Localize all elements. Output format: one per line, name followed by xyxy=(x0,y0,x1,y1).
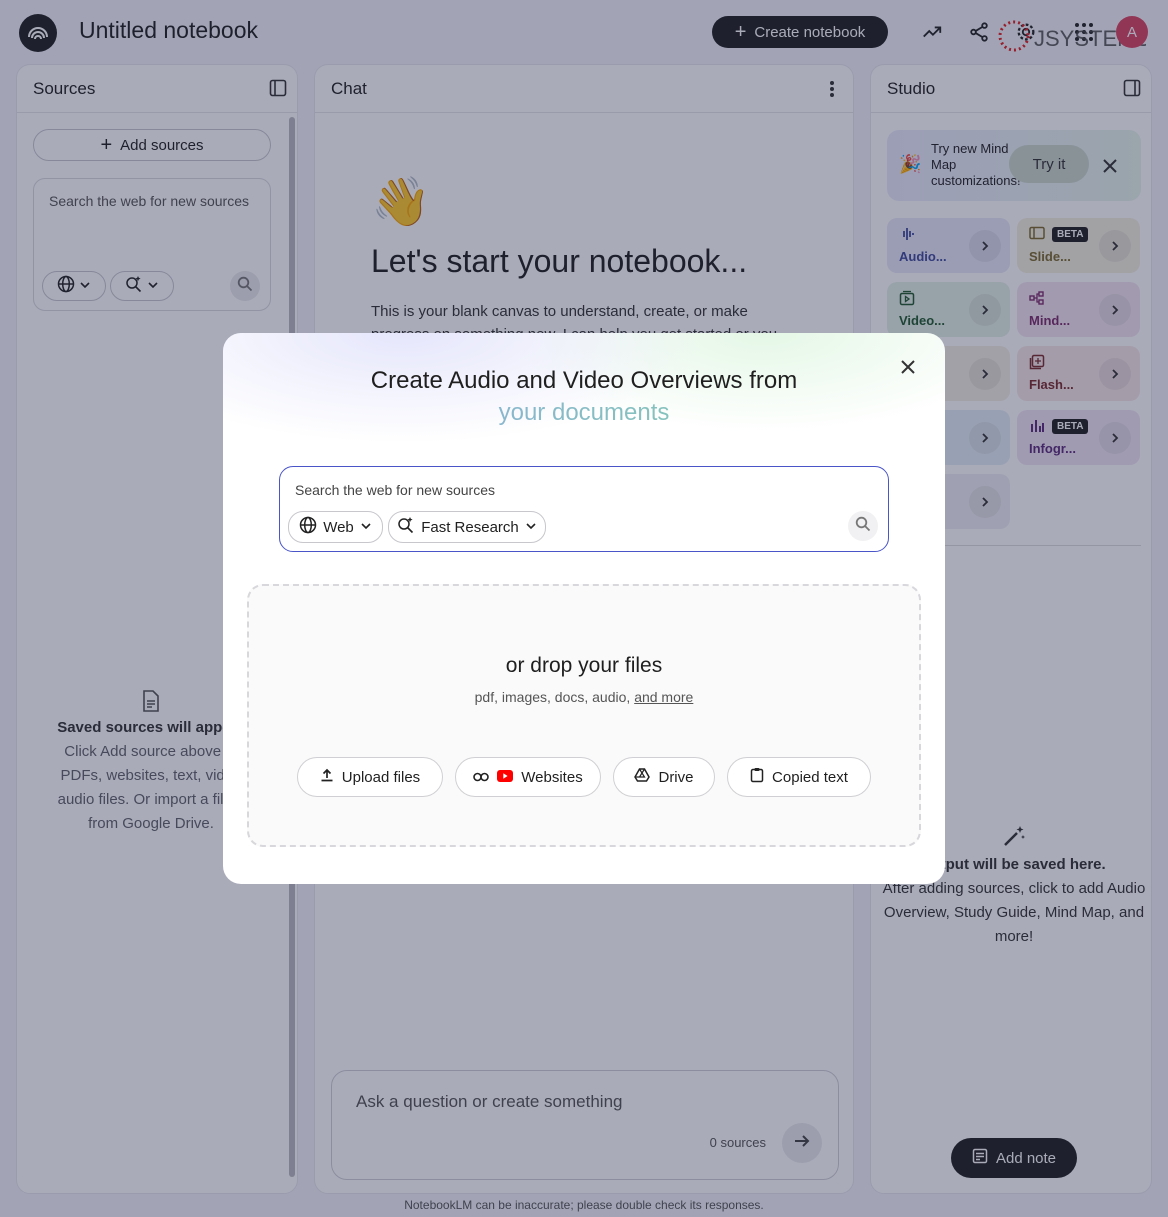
upload-files-button[interactable]: Upload files xyxy=(297,757,443,797)
dialog-title-line2: your documents xyxy=(223,397,945,429)
search-icon xyxy=(855,516,871,537)
dialog-search-submit[interactable] xyxy=(848,511,878,541)
web-source-dropdown[interactable]: Web xyxy=(288,511,383,543)
upload-files-label: Upload files xyxy=(341,768,421,786)
upload-icon xyxy=(320,768,334,786)
drop-subtitle: pdf, images, docs, audio, and more xyxy=(249,689,919,705)
websites-label: Websites xyxy=(521,768,583,786)
drive-button[interactable]: Drive xyxy=(613,757,715,797)
and-more-link[interactable]: and more xyxy=(634,689,693,705)
drop-formats: pdf, images, docs, audio, xyxy=(474,689,631,705)
fast-research-label: Fast Research xyxy=(421,518,519,536)
fast-research-dropdown[interactable]: Fast Research xyxy=(388,511,546,543)
websites-button[interactable]: Websites xyxy=(455,757,601,797)
clipboard-icon xyxy=(750,767,764,787)
chevron-down-icon xyxy=(360,519,372,536)
add-sources-dialog: Create Audio and Video Overviews from yo… xyxy=(223,333,945,884)
research-spark-icon xyxy=(397,516,415,538)
dialog-title: Create Audio and Video Overviews from yo… xyxy=(223,365,945,429)
copied-text-button[interactable]: Copied text xyxy=(727,757,871,797)
chevron-down-icon xyxy=(525,519,537,536)
youtube-icon xyxy=(497,769,514,786)
drive-icon xyxy=(634,768,651,786)
link-icon xyxy=(473,769,490,786)
dialog-title-line1: Create Audio and Video Overviews from xyxy=(370,367,798,394)
file-drop-zone[interactable]: or drop your files pdf, images, docs, au… xyxy=(247,584,921,847)
dialog-search-placeholder: Search the web for new sources xyxy=(295,482,495,498)
dialog-close-button[interactable] xyxy=(894,355,922,383)
copied-text-label: Copied text xyxy=(772,768,848,786)
close-icon xyxy=(899,358,917,381)
web-label: Web xyxy=(323,518,354,536)
drop-title: or drop your files xyxy=(505,654,663,677)
globe-icon xyxy=(299,516,317,538)
dialog-web-search[interactable]: Search the web for new sources Web Fast … xyxy=(279,466,889,552)
drive-label: Drive xyxy=(658,768,694,786)
